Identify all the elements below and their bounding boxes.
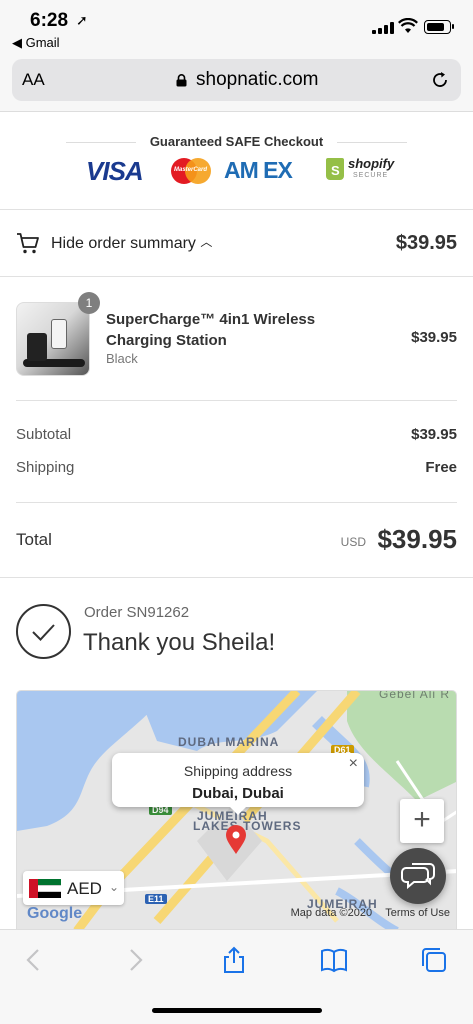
divider [16,502,457,503]
wifi-icon [398,18,418,33]
chevron-up-icon: ︿ [200,235,213,249]
safe-checkout-title: Guaranteed SAFE Checkout [149,134,324,149]
product-thumbnail [16,302,90,376]
shopify-bag-icon: S [326,158,344,180]
map-label-lakes-towers: LAKES TOWERS [193,819,302,833]
zoom-in-button[interactable]: + [400,799,444,843]
cellular-signal-icon [372,22,394,34]
popup-close-button[interactable]: × [349,755,358,773]
reload-icon[interactable] [431,71,449,89]
map-attribution: Map data ©2020 Terms of Use [281,907,450,919]
bookmarks-icon[interactable] [320,946,348,974]
road-tag-e11: E11 [145,894,167,904]
back-to-app-link[interactable]: ◀ Gmail [12,35,60,51]
shipping-value: Free [425,459,457,476]
map-label-gebel: Gebel Ali R [379,690,451,701]
shopify-text: shopify [348,156,395,171]
chat-bubble-icon [401,863,435,890]
product-variant: Black [106,351,138,366]
currency-selector[interactable]: AED ⌄ [23,871,124,905]
payment-logos: VISA MasterCard AM EX S shopify SECURE [86,156,396,186]
order-summary-text: Hide order summary [51,235,196,252]
location-arrow-icon: ➚ [76,12,88,28]
text-size-label: AA [22,70,45,89]
cart-icon [17,233,39,254]
address-bar[interactable]: AA shopnatic.com [12,59,461,101]
line-item: 1 SuperCharge™ 4in1 Wireless Charging St… [16,288,457,388]
map-label-marina: DUBAI MARINA [178,735,280,749]
quantity-badge: 1 [78,292,100,314]
visa-logo: VISA [86,156,144,186]
shopify-secure-text: SECURE [353,172,389,179]
map-data-text: Map data ©2020 [290,907,373,919]
total-currency: USD [340,535,366,549]
back-arrow-icon[interactable] [20,946,48,974]
total-label: Total [16,530,52,549]
shipping-address-popup: Shipping address Dubai, Dubai × [112,753,364,815]
divider [16,400,457,401]
popup-title: Shipping address [183,763,293,779]
thank-you-heading: Thank you Sheila! [83,629,276,656]
status-bar: 6:28 ➚ ◀ Gmail [0,0,473,56]
url-domain[interactable]: shopnatic.com [196,69,319,91]
forward-arrow-icon[interactable] [121,946,149,974]
page: 6:28 ➚ ◀ Gmail AA shopnatic.com Guarante… [0,0,473,1024]
text-size-button[interactable]: AA [22,70,45,90]
product-name: SuperCharge™ 4in1 Wireless Charging Stat… [106,311,316,349]
summary-total: $39.95 [395,232,457,254]
shopify-secure-logo: S shopify SECURE [326,156,396,186]
uae-flag-icon [29,879,61,898]
google-logo: Google [27,905,83,922]
home-indicator [152,1008,322,1013]
subtotal-label: Subtotal [16,426,72,443]
terms-link[interactable]: Terms of Use [385,907,450,919]
lock-icon [176,74,187,87]
battery-icon [424,20,454,34]
share-icon[interactable] [220,946,248,974]
shipping-label: Shipping [16,459,75,476]
status-time: 6:28 [30,10,69,31]
order-number: Order SN91262 [84,604,190,621]
divider [0,577,473,578]
safe-checkout-banner: Guaranteed SAFE Checkout VISA MasterCard… [0,112,473,210]
currency-value: AED [67,879,102,898]
tabs-icon[interactable] [420,946,448,974]
browser-address-area: AA shopnatic.com [0,56,473,112]
map-pin-icon [226,825,246,854]
total-value: $39.95 [377,524,457,554]
popup-address: Dubai, Dubai [192,785,284,802]
chat-button[interactable] [390,848,446,904]
chevron-down-icon: ⌄ [109,880,120,894]
subtotal-value: $39.95 [411,426,457,443]
order-summary-toggle[interactable]: Hide order summary ︿ $39.95 [0,211,473,277]
amex-logo: AM EX [224,157,293,183]
mastercard-logo: MasterCard [171,158,211,184]
product-price: $39.95 [411,329,457,346]
order-summary-label[interactable]: Hide order summary ︿ [51,235,212,253]
checkmark-icon [16,604,71,659]
mastercard-text: MasterCard [174,167,208,173]
